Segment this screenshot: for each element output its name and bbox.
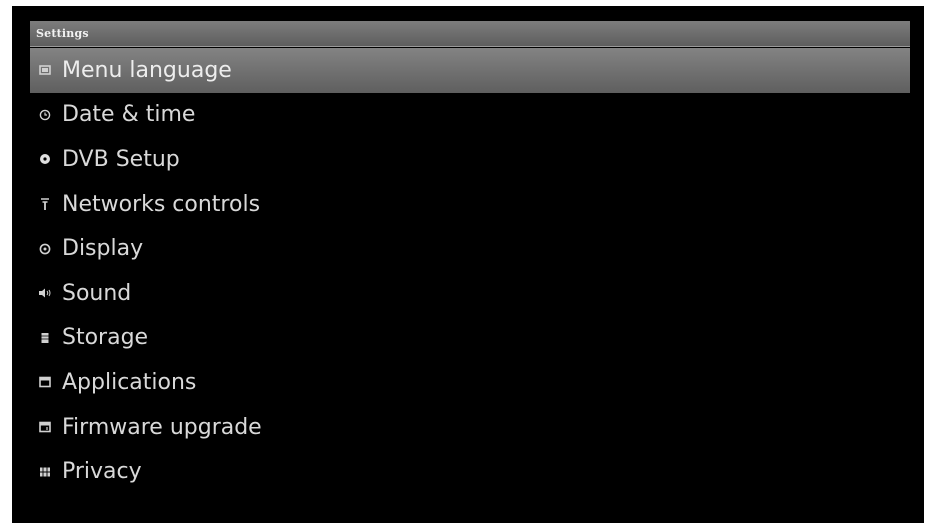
menu-item-label: Display bbox=[62, 236, 144, 262]
menu-item-label: Firmware upgrade bbox=[62, 414, 262, 440]
menu-item-label: DVB Setup bbox=[62, 146, 180, 172]
menu-item-label: Applications bbox=[62, 369, 197, 395]
page-title: Settings bbox=[36, 27, 89, 40]
display-icon bbox=[38, 242, 52, 256]
menu-item-firmware-upgrade[interactable]: Firmware upgrade bbox=[30, 405, 910, 450]
menu-item-sound[interactable]: Sound bbox=[30, 271, 910, 316]
menu-item-label: Networks controls bbox=[62, 191, 261, 217]
settings-menu: Menu language Date & time DVB Setup Netw… bbox=[30, 48, 910, 494]
firmware-icon bbox=[38, 420, 52, 434]
dvb-icon bbox=[38, 152, 52, 166]
menu-item-label: Storage bbox=[62, 325, 149, 351]
title-bar: Settings bbox=[30, 21, 910, 47]
clock-icon bbox=[38, 108, 52, 122]
menu-item-label: Date & time bbox=[62, 102, 196, 128]
menu-item-menu-language[interactable]: Menu language bbox=[30, 48, 910, 93]
menu-item-label: Privacy bbox=[62, 459, 142, 485]
flag-icon bbox=[38, 63, 52, 77]
storage-icon bbox=[38, 331, 52, 345]
menu-item-date-time[interactable]: Date & time bbox=[30, 93, 910, 138]
menu-item-label: Menu language bbox=[62, 57, 232, 83]
privacy-icon bbox=[38, 465, 52, 479]
menu-item-dvb-setup[interactable]: DVB Setup bbox=[30, 137, 910, 182]
settings-screen: Settings Menu language Date & time DVB S… bbox=[12, 6, 924, 523]
speaker-icon bbox=[38, 286, 52, 300]
menu-item-applications[interactable]: Applications bbox=[30, 360, 910, 405]
menu-item-storage[interactable]: Storage bbox=[30, 316, 910, 361]
applications-icon bbox=[38, 375, 52, 389]
menu-item-networks-controls[interactable]: Networks controls bbox=[30, 182, 910, 227]
menu-item-privacy[interactable]: Privacy bbox=[30, 449, 910, 494]
menu-item-label: Sound bbox=[62, 280, 132, 306]
menu-item-display[interactable]: Display bbox=[30, 226, 910, 271]
antenna-icon bbox=[38, 197, 52, 211]
